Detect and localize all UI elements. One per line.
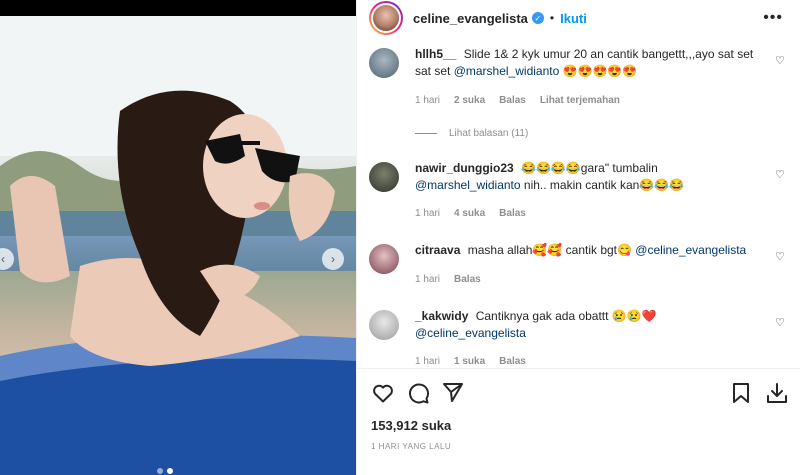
comment-like-icon[interactable]: ♡ (775, 316, 787, 329)
comment-text: hllh5__ Slide 1& 2 kyk umur 20 an cantik… (415, 47, 754, 78)
post-side-panel: celine_evangelista ✓ • Ikuti ••• hllh5__… (356, 0, 800, 475)
post-actions: 153,912 suka 1 HARI YANG LALU (357, 368, 800, 475)
comment-icon[interactable] (406, 381, 430, 405)
comment-time: 1 hari (415, 356, 441, 366)
like-count[interactable]: 153,912 suka (371, 418, 451, 433)
carousel-indicator (157, 468, 173, 474)
reply-button[interactable]: Balas (499, 356, 526, 366)
comment-meta: 1 hari 2 suka Balas Lihat terjemahan (415, 95, 620, 106)
carousel-dot (157, 468, 163, 474)
post-timestamp: 1 HARI YANG LALU (371, 442, 452, 451)
comment-time: 1 hari (415, 208, 441, 219)
separator-dot: • (549, 11, 555, 25)
photo-illustration (0, 16, 356, 475)
heart-icon[interactable] (371, 381, 395, 405)
comment-text: _kakwidy Cantiknya gak ada obattt 😢😢❤️ @… (415, 309, 657, 340)
comment-time: 1 hari (415, 95, 441, 106)
comment-likes[interactable]: 2 suka (454, 95, 485, 106)
download-icon[interactable] (765, 381, 789, 405)
mention-link[interactable]: @marshel_widianto (415, 178, 521, 192)
view-replies-button[interactable]: Lihat balasan (11) (415, 128, 528, 139)
carousel-dot-active (167, 468, 173, 474)
top-black-bar (0, 0, 356, 16)
commenter-avatar[interactable] (369, 244, 399, 274)
bookmark-icon[interactable] (729, 381, 753, 405)
comment-like-icon[interactable]: ♡ (775, 168, 787, 181)
comment-meta: 1 hari 4 suka Balas (415, 208, 526, 219)
follow-button[interactable]: Ikuti (560, 11, 587, 26)
comment-username[interactable]: nawir_dunggio23 (415, 161, 514, 175)
verified-badge-icon: ✓ (531, 12, 544, 24)
comment-meta: 1 hari Balas (415, 274, 481, 285)
comment-like-icon[interactable]: ♡ (775, 250, 787, 263)
comment-meta: 1 hari 1 suka Balas (415, 356, 526, 366)
commenter-avatar[interactable] (369, 48, 399, 78)
comment-likes[interactable]: 4 suka (454, 208, 485, 219)
comment-username[interactable]: hllh5__ (415, 47, 456, 61)
mention-link[interactable]: @marshel_widianto (454, 64, 560, 78)
commenter-avatar[interactable] (369, 310, 399, 340)
commenter-avatar[interactable] (369, 162, 399, 192)
author-avatar[interactable] (369, 1, 403, 35)
mention-link[interactable]: @celine_evangelista (415, 326, 526, 340)
comment-time: 1 hari (415, 274, 441, 285)
post-photo[interactable]: ‹ › (0, 16, 356, 475)
post-header: celine_evangelista ✓ • Ikuti ••• (357, 0, 800, 36)
mention-link[interactable]: @celine_evangelista (635, 243, 746, 257)
comment-username[interactable]: citraava (415, 243, 460, 257)
author-username[interactable]: celine_evangelista (413, 11, 528, 26)
share-icon[interactable] (441, 381, 465, 405)
comment-likes[interactable]: 1 suka (454, 356, 485, 366)
comment-like-icon[interactable]: ♡ (775, 54, 787, 67)
comment-username[interactable]: _kakwidy (415, 309, 468, 323)
replies-line (415, 133, 437, 134)
comments-list[interactable]: hllh5__ Slide 1& 2 kyk umur 20 an cantik… (357, 36, 800, 366)
translate-button[interactable]: Lihat terjemahan (540, 95, 620, 106)
reply-button[interactable]: Balas (454, 274, 481, 285)
comment-text: nawir_dunggio23 😂😂😂😂gara" tumbalin @mars… (415, 161, 685, 192)
comment-text: citraava masha allah🥰🥰 cantik bgt😋 @celi… (415, 243, 747, 257)
reply-button[interactable]: Balas (499, 208, 526, 219)
reply-button[interactable]: Balas (499, 95, 526, 106)
next-slide-button[interactable]: › (322, 248, 344, 270)
author-avatar-image (373, 5, 399, 31)
more-options-icon[interactable]: ••• (763, 9, 783, 27)
